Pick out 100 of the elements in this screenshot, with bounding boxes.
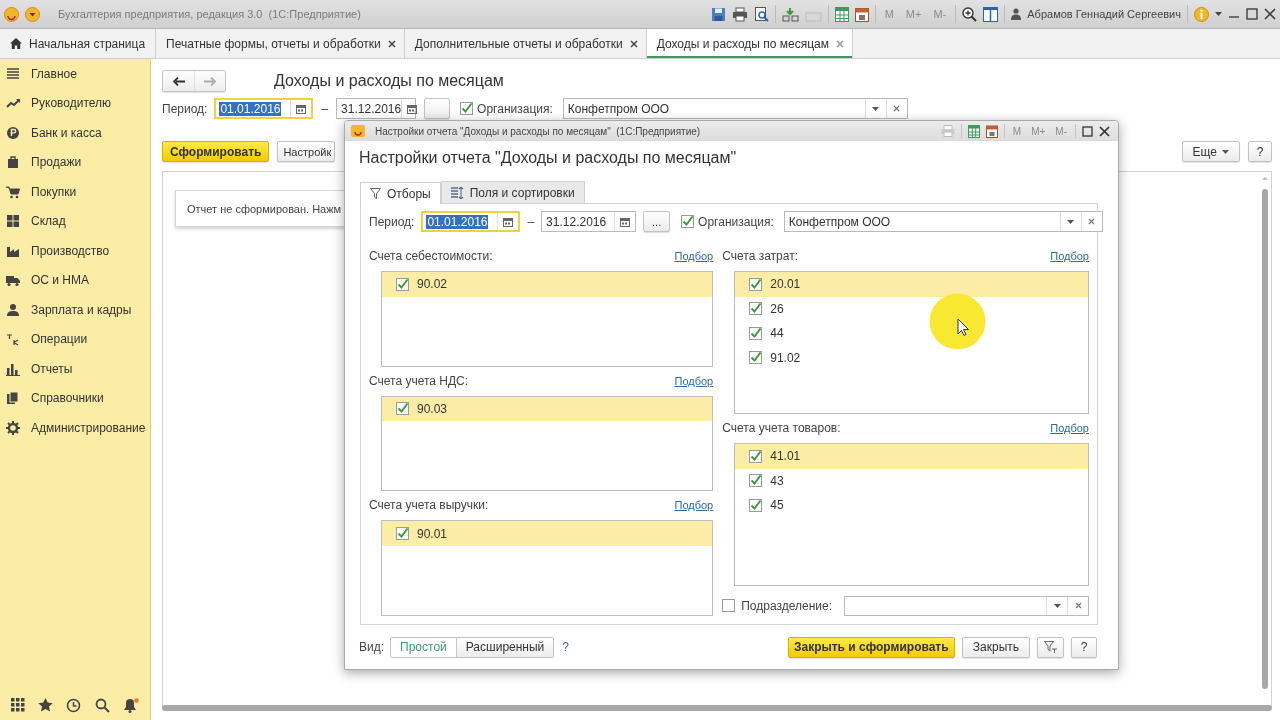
date-field[interactable]: 31.12.2016 <box>541 211 637 232</box>
clear-icon[interactable] <box>1088 218 1096 225</box>
pick-link[interactable]: Подбор <box>674 374 714 387</box>
view-option[interactable]: Расширенный <box>455 637 554 657</box>
checkbox[interactable] <box>749 449 763 463</box>
tab[interactable]: Отборы <box>360 182 441 204</box>
filter-button[interactable] <box>1037 636 1064 658</box>
sidebar-item[interactable]: Операции <box>0 324 150 354</box>
account-list[interactable]: 90.02 <box>381 271 714 367</box>
calendar-icon[interactable] <box>407 103 418 114</box>
organization-field[interactable]: Конфетпром ООО <box>562 98 908 119</box>
list-row[interactable]: 20.01 <box>735 272 1088 297</box>
calendar-icon[interactable] <box>620 216 631 227</box>
calendar-icon[interactable] <box>854 6 869 22</box>
close-and-generate-button[interactable]: Закрыть и сформировать <box>787 636 955 658</box>
checkbox[interactable] <box>396 277 409 291</box>
list-row[interactable]: 41.01 <box>735 444 1088 469</box>
help-link[interactable]: ? <box>562 640 569 654</box>
sidebar-item[interactable]: Отчеты <box>0 354 150 384</box>
star-icon[interactable] <box>38 698 54 712</box>
clear-icon[interactable] <box>1074 602 1082 609</box>
pick-link[interactable]: Подбор <box>1050 422 1089 434</box>
caret-icon[interactable] <box>872 106 880 111</box>
more-button[interactable]: Еще <box>1181 141 1240 162</box>
organization-field[interactable]: Конфетпром ООО <box>783 211 1103 232</box>
back-button[interactable] <box>163 71 194 91</box>
pick-link[interactable]: Подбор <box>1050 250 1089 262</box>
calendar-icon[interactable] <box>503 216 514 227</box>
account-list[interactable]: 20.01 26 44 91.02 <box>734 271 1089 414</box>
history-icon[interactable] <box>66 697 82 713</box>
checkbox[interactable] <box>749 326 763 340</box>
checkbox[interactable] <box>460 102 474 115</box>
info-icon[interactable] <box>1194 6 1209 22</box>
maximize-icon[interactable] <box>1082 125 1093 137</box>
zoom-in-icon[interactable] <box>962 6 978 22</box>
checkbox[interactable] <box>396 527 409 541</box>
scrollbar[interactable] <box>162 705 1272 711</box>
list-row[interactable]: 45 <box>735 493 1088 518</box>
account-list[interactable]: 90.01 <box>381 520 714 616</box>
tab[interactable]: Поля и сортировки <box>440 181 585 203</box>
list-row[interactable]: 44 <box>735 321 1088 346</box>
list-row[interactable]: 43 <box>735 468 1088 493</box>
sidebar-item[interactable]: ОС и НМА <box>0 265 150 295</box>
user-name[interactable]: Абрамов Геннадий Сергеевич <box>1027 8 1181 20</box>
print-icon[interactable] <box>731 6 748 22</box>
logo-icon[interactable] <box>4 6 19 22</box>
list-row[interactable]: 26 <box>735 296 1088 321</box>
sidebar-item[interactable]: Справочники <box>0 383 150 413</box>
generate-button[interactable]: Сформировать <box>162 141 270 162</box>
close-button[interactable]: Закрыть <box>961 636 1030 658</box>
tab[interactable]: Доходы и расходы по месяцам <box>646 29 854 58</box>
list-row[interactable]: 90.03 <box>382 396 713 422</box>
checkbox[interactable] <box>749 498 763 512</box>
calendar-icon[interactable] <box>296 103 307 114</box>
sidebar-item[interactable]: Склад <box>0 206 150 236</box>
menu-icon[interactable] <box>25 6 40 22</box>
preview-icon[interactable] <box>753 6 769 22</box>
division-field[interactable] <box>844 595 1089 616</box>
list-row[interactable]: 91.02 <box>735 345 1088 370</box>
account-list[interactable]: 41.01 43 45 <box>734 443 1089 586</box>
close-icon[interactable] <box>387 39 396 48</box>
close-icon[interactable] <box>629 39 638 48</box>
list-row[interactable]: 90.02 <box>382 272 713 297</box>
period-button[interactable]: ... <box>643 211 671 232</box>
caret-icon[interactable] <box>1222 149 1229 154</box>
pick-link[interactable]: Подбор <box>674 250 714 262</box>
close-icon[interactable] <box>1099 125 1110 137</box>
sidebar-item[interactable]: Руководителю <box>0 88 150 118</box>
bell-icon[interactable] <box>123 697 140 713</box>
sidebar-item[interactable]: Зарплата и кадры <box>0 295 150 325</box>
spreadsheet-icon[interactable] <box>967 124 980 138</box>
checkbox[interactable] <box>749 277 763 291</box>
date-field[interactable]: 31.12.2016 <box>336 98 417 119</box>
search-icon[interactable] <box>94 697 110 713</box>
date-field[interactable]: 01.01.2016 <box>214 98 314 119</box>
save-icon[interactable] <box>710 6 726 22</box>
caret-icon[interactable] <box>1053 603 1061 608</box>
panels-icon[interactable] <box>983 6 999 22</box>
sidebar-item[interactable]: Администрирование <box>0 413 150 443</box>
checkbox[interactable] <box>749 302 763 316</box>
maximize-icon[interactable] <box>1246 8 1258 20</box>
sidebar-item[interactable]: Покупки <box>0 177 150 207</box>
sidebar-item[interactable]: Продажи <box>0 147 150 177</box>
date-field[interactable]: 01.01.2016 <box>421 211 521 232</box>
settings-button[interactable]: Настройк <box>277 141 336 162</box>
checkbox[interactable] <box>681 215 695 228</box>
calendar-icon[interactable] <box>985 124 998 138</box>
sidebar-item[interactable]: Главное <box>0 59 150 89</box>
checkbox[interactable] <box>396 402 409 416</box>
help-button[interactable]: ? <box>1071 636 1097 658</box>
list-row[interactable]: 90.01 <box>382 521 713 546</box>
help-button[interactable]: ? <box>1248 141 1272 162</box>
checkbox[interactable] <box>749 474 763 488</box>
sidebar-item[interactable]: Производство <box>0 236 150 266</box>
spreadsheet-icon[interactable] <box>834 6 849 22</box>
checkbox[interactable] <box>749 351 763 365</box>
pick-link[interactable]: Подбор <box>674 499 714 512</box>
clear-icon[interactable] <box>893 105 901 112</box>
account-list[interactable]: 90.03 <box>381 395 714 492</box>
apps-icon[interactable] <box>10 698 25 712</box>
